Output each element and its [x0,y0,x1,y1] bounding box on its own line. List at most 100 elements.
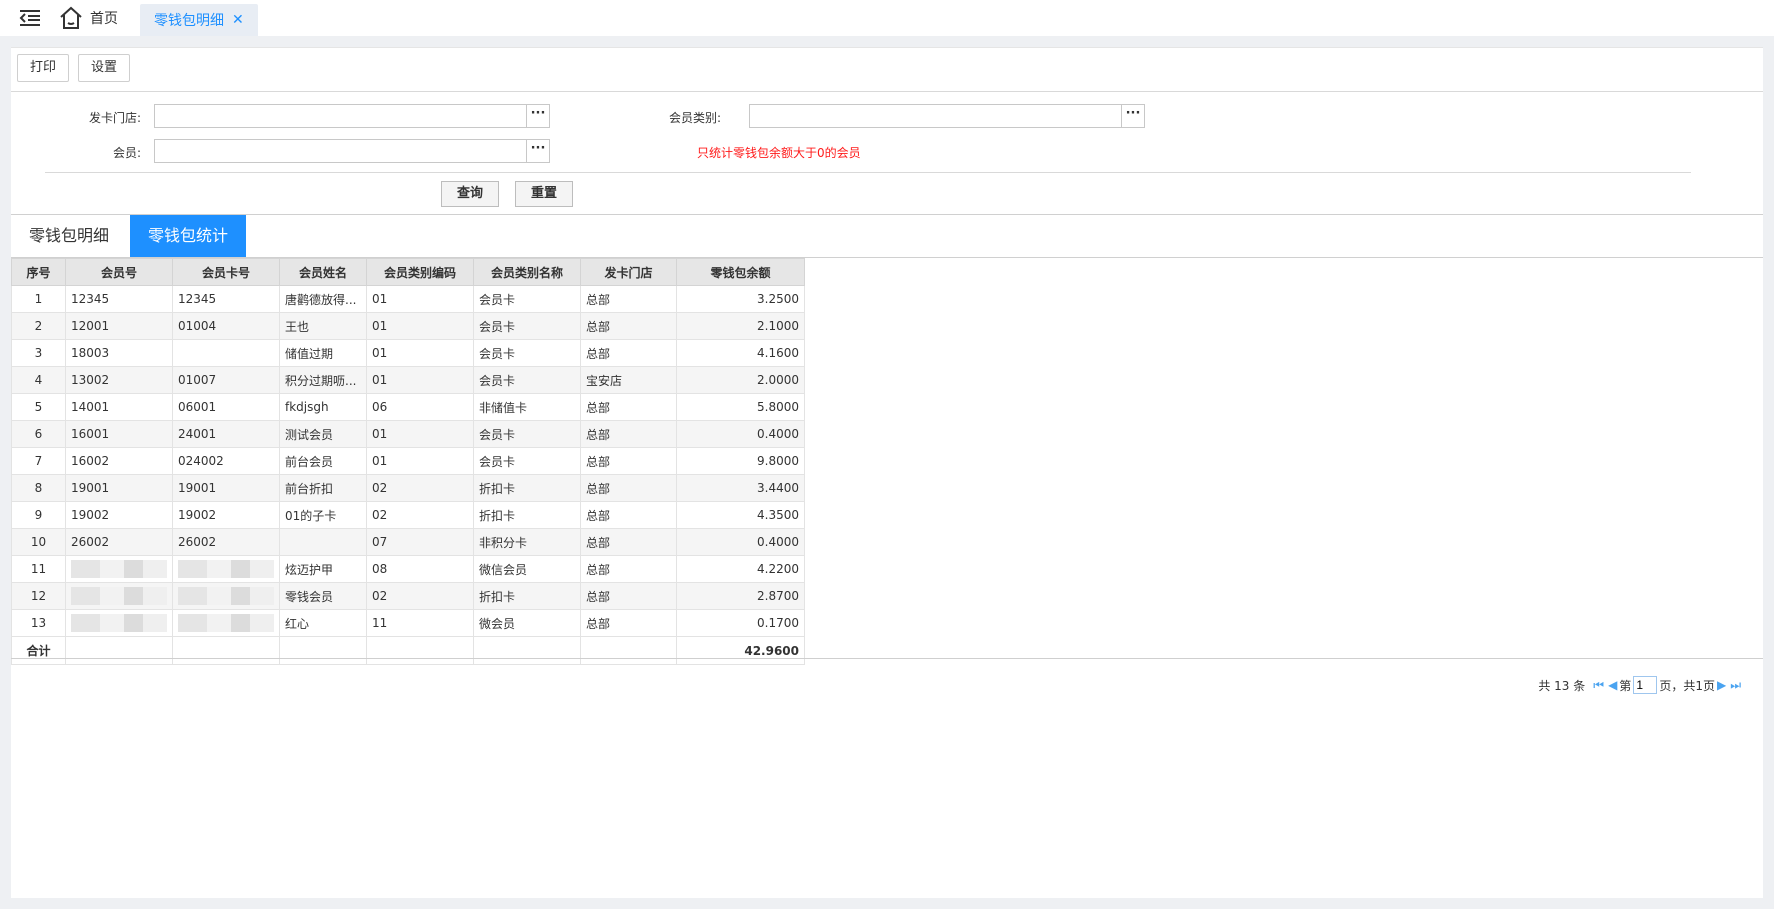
table-row[interactable]: 13 红心 11 微会员 总部 0.1700 [11,609,805,637]
close-icon[interactable]: ✕ [232,12,244,28]
table-cell: 总部 [580,312,677,340]
table-cell: 01 [366,420,474,448]
table-row[interactable]: 5 14001 06001 fkdjsgh 06 非储值卡 总部 5.8000 [11,393,805,421]
redacted-mosaic [178,614,274,632]
table-cell: 非储值卡 [473,393,581,421]
tab-wallet-detail-inner[interactable]: 零钱包明细 [11,215,127,257]
table-row[interactable]: 11 炫迈护甲 08 微信会员 总部 4.2200 [11,555,805,583]
store-lookup-button[interactable]: ··· [526,104,550,128]
member-label: 会员: [112,146,141,160]
table-cell [172,339,280,367]
redacted-mosaic [71,587,167,605]
member-lookup-button[interactable]: ··· [526,139,550,163]
table-cell [366,636,474,665]
table-row[interactable]: 7 16002 024002 前台会员 01 会员卡 总部 9.8000 [11,447,805,475]
redacted-mosaic [71,560,167,578]
print-button[interactable]: 打印 [17,54,70,82]
table-cell: 折扣卡 [473,501,581,529]
table-row[interactable]: 8 19001 19001 前台折扣 02 折扣卡 总部 3.4400 [11,474,805,502]
next-page-icon[interactable]: ▶ [1717,678,1726,692]
column-header[interactable]: 会员类别编码 [366,258,474,286]
table-cell: 2.0000 [676,366,805,394]
table-cell: 01 [366,447,474,475]
column-header[interactable]: 会员卡号 [172,258,280,286]
member-input[interactable] [155,140,526,162]
column-header[interactable]: 会员姓名 [279,258,367,286]
table-cell: 会员卡 [473,285,581,313]
table-cell: 08 [366,555,474,583]
table-cell: 前台折扣 [279,474,367,502]
first-page-icon[interactable]: ⏮ [1593,678,1604,693]
table-cell: 01 [366,339,474,367]
table-cell [172,582,280,610]
table-cell: 02 [366,501,474,529]
table-row[interactable]: 12 零钱会员 02 折扣卡 总部 2.8700 [11,582,805,610]
table-cell: 6 [11,420,66,448]
table-row[interactable]: 1 12345 12345 唐鹳德放得... 01 会员卡 总部 3.2500 [11,285,805,313]
table-cell [172,555,280,583]
table-cell: 19002 [172,501,280,529]
home-tab-label: 首页 [90,11,118,27]
column-header[interactable]: 零钱包余额 [676,258,805,286]
table-cell: 13002 [65,366,173,394]
table-cell: fkdjsgh [279,393,367,421]
menu-collapse-icon[interactable] [18,9,42,27]
table-cell: 炫迈护甲 [279,555,367,583]
page-number-input[interactable] [1633,676,1658,694]
table-cell: 13 [11,609,66,637]
table-row[interactable]: 9 19002 19002 01的子卡 02 折扣卡 总部 4.3500 [11,501,805,529]
table-cell: 07 [366,528,474,556]
store-field[interactable] [154,104,527,128]
member-field[interactable] [154,139,527,163]
table-cell: 4.3500 [676,501,805,529]
column-header[interactable]: 序号 [11,258,66,286]
table-row[interactable]: 6 16001 24001 测试会员 01 会员卡 总部 0.4000 [11,420,805,448]
table-cell: 12345 [172,285,280,313]
table-row[interactable]: 3 18003 储值过期 01 会员卡 总部 4.1600 [11,339,805,367]
table-row[interactable]: 4 13002 01007 积分过期呖... 01 会员卡 宝安店 2.0000 [11,366,805,394]
member-type-field[interactable] [749,104,1122,128]
table-cell [473,636,581,665]
table-cell: 微信会员 [473,555,581,583]
member-type-input[interactable] [750,105,1121,127]
table-cell: 2.8700 [676,582,805,610]
table-cell [172,636,280,665]
member-type-lookup-button[interactable]: ··· [1121,104,1145,128]
total-value: 42.9600 [676,636,805,665]
table-cell: 会员卡 [473,366,581,394]
query-button[interactable]: 查询 [441,181,499,207]
tab-home[interactable]: 首页 [58,6,118,30]
table-cell: 总部 [580,555,677,583]
tab-wallet-stats[interactable]: 零钱包统计 [130,215,247,257]
pager-total: 共 13 条 [1538,678,1586,693]
total-label: 合计 [11,636,66,665]
grid-bottom-line [11,658,1763,659]
table-cell: 01 [366,312,474,340]
redacted-mosaic [178,587,274,605]
table-cell [580,636,677,665]
column-header[interactable]: 发卡门店 [580,258,677,286]
reset-button[interactable]: 重置 [515,181,573,207]
table-cell: 储值过期 [279,339,367,367]
table-cell: 会员卡 [473,420,581,448]
table-cell: 会员卡 [473,339,581,367]
table-cell: 9 [11,501,66,529]
column-header[interactable]: 会员类别名称 [473,258,581,286]
last-page-icon[interactable]: ⏭ [1730,678,1741,693]
table-row[interactable]: 10 26002 26002 07 非积分卡 总部 0.4000 [11,528,805,556]
table-cell: 总部 [580,393,677,421]
table-cell: 2.1000 [676,312,805,340]
table-cell: 测试会员 [279,420,367,448]
settings-button[interactable]: 设置 [78,54,131,82]
tab-wallet-detail[interactable]: 零钱包明细 ✕ [140,4,258,36]
store-input[interactable] [155,105,526,127]
table-row[interactable]: 2 12001 01004 王也 01 会员卡 总部 2.1000 [11,312,805,340]
table-cell: 总部 [580,285,677,313]
table-cell: 11 [366,609,474,637]
table-cell: 总部 [580,447,677,475]
table-cell: 02 [366,474,474,502]
prev-page-icon[interactable]: ◀ [1608,678,1617,692]
table-cell: 9.8000 [676,447,805,475]
column-header[interactable]: 会员号 [65,258,173,286]
table-cell: 024002 [172,447,280,475]
